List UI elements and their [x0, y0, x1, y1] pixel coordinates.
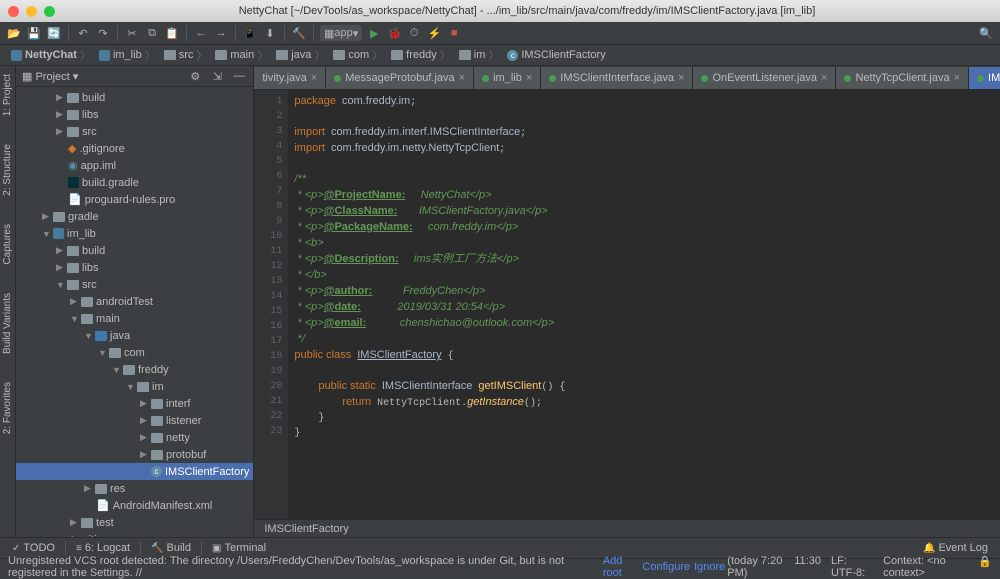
forward-icon[interactable]: → [213, 25, 229, 41]
status-bar: Unregistered VCS root detected: The dire… [0, 558, 1000, 575]
editor-tab[interactable]: OnEventListener.java× [693, 67, 836, 89]
editor-tab[interactable]: im_lib× [474, 67, 541, 89]
editor-tabs: tivity.java× MessageProtobuf.java× im_li… [254, 66, 1000, 90]
maximize-window-icon[interactable] [44, 6, 55, 17]
context[interactable]: Context: <no context> [883, 555, 968, 579]
hammer-icon[interactable]: 🔨 [291, 25, 307, 41]
breadcrumb-item[interactable]: NettyChat〉 [8, 47, 94, 63]
breadcrumb-item[interactable]: im〉 [456, 47, 503, 63]
editor-area: tivity.java× MessageProtobuf.java× im_li… [254, 66, 1000, 537]
breadcrumb-item[interactable]: main〉 [212, 47, 271, 63]
editor-tab[interactable]: NettyTcpClient.java× [836, 67, 969, 89]
attach-icon[interactable]: ⚡ [426, 25, 442, 41]
breadcrumb-item[interactable]: com〉 [330, 47, 386, 63]
status-configure-link[interactable]: Configure [642, 561, 690, 573]
window-title: NettyChat [~/DevTools/as_workspace/Netty… [62, 5, 992, 17]
status-add-root-link[interactable]: Add root [603, 555, 639, 579]
breadcrumb-item[interactable]: java〉 [273, 47, 328, 63]
breadcrumb-item[interactable]: cIMSClientFactory [504, 49, 608, 61]
project-panel: ▦ Project ▾ ⚙ ⇲ — ▶build ▶libs ▶src ◆.gi… [16, 66, 254, 537]
tree-selected-file: cIMSClientFactory [16, 463, 253, 480]
code-editor[interactable]: package com.freddy.im; import com.freddy… [288, 90, 1000, 519]
status-message: Unregistered VCS root detected: The dire… [8, 555, 601, 579]
editor-tab[interactable]: tivity.java× [254, 67, 326, 89]
sync-icon[interactable]: 🔄 [46, 25, 62, 41]
build-variants-tool-tab[interactable]: Build Variants [0, 289, 15, 358]
profile-icon[interactable]: ⏱ [406, 25, 422, 41]
left-tool-strip: 1: Project 2: Structure Captures Build V… [0, 66, 16, 537]
stop-icon[interactable]: ■ [446, 25, 462, 41]
breadcrumb-item[interactable]: im_lib〉 [96, 47, 159, 63]
editor-tab-active[interactable]: IMSClientFactory.java× [969, 67, 1000, 89]
status-time: (today 7:20 PM) [727, 555, 794, 579]
status-ignore-link[interactable]: Ignore [694, 561, 725, 573]
cut-icon[interactable]: ✂ [124, 25, 140, 41]
paste-icon[interactable]: 📋 [164, 25, 180, 41]
structure-tool-tab[interactable]: 2: Structure [0, 140, 15, 200]
hide-icon[interactable]: — [231, 68, 247, 84]
editor-tab[interactable]: MessageProtobuf.java× [326, 67, 474, 89]
debug-icon[interactable]: 🐞 [386, 25, 402, 41]
open-icon[interactable]: 📂 [6, 25, 22, 41]
editor-tab[interactable]: IMSClientInterface.java× [541, 67, 693, 89]
favorites-tool-tab[interactable]: 2: Favorites [0, 378, 15, 438]
minimize-window-icon[interactable] [26, 6, 37, 17]
mac-titlebar: NettyChat [~/DevTools/as_workspace/Netty… [0, 0, 1000, 22]
encoding[interactable]: LF: UTF-8: [831, 555, 873, 579]
avd-icon[interactable]: 📱 [242, 25, 258, 41]
main-toolbar: 📂 💾 🔄 ↶ ↷ ✂ ⧉ 📋 ← → 📱 ⬇ 🔨 ▦ app ▾ ▶ 🐞 ⏱ … [0, 22, 1000, 45]
breadcrumb-item[interactable]: freddy〉 [388, 47, 454, 63]
captures-tool-tab[interactable]: Captures [0, 220, 15, 269]
gradle-icon [68, 177, 79, 188]
back-icon[interactable]: ← [193, 25, 209, 41]
gear-icon[interactable]: ⚙ [187, 68, 203, 84]
sdk-icon[interactable]: ⬇ [262, 25, 278, 41]
run-config-dropdown[interactable]: ▦ app ▾ [320, 25, 362, 41]
project-tool-tab[interactable]: 1: Project [0, 70, 15, 120]
collapse-icon[interactable]: ⇲ [209, 68, 225, 84]
project-panel-header: ▦ Project ▾ ⚙ ⇲ — [16, 66, 253, 87]
project-tree[interactable]: ▶build ▶libs ▶src ◆.gitignore ◉app.iml b… [16, 87, 253, 537]
search-icon[interactable]: 🔍 [978, 25, 994, 41]
undo-icon[interactable]: ↶ [75, 25, 91, 41]
line-gutter[interactable]: 1234567891011121314151617181920212223 [254, 90, 288, 519]
cursor-position[interactable]: 11:30 [794, 555, 821, 579]
editor-breadcrumb[interactable]: IMSClientFactory [254, 519, 1000, 537]
lock-icon[interactable]: 🔒 [978, 555, 992, 579]
redo-icon[interactable]: ↷ [95, 25, 111, 41]
breadcrumb-bar: NettyChat〉 im_lib〉 src〉 main〉 java〉 com〉… [0, 45, 1000, 66]
copy-icon[interactable]: ⧉ [144, 25, 160, 41]
run-icon[interactable]: ▶ [366, 25, 382, 41]
project-view-dropdown[interactable]: ▦ Project ▾ [22, 70, 78, 83]
breadcrumb-item[interactable]: src〉 [161, 47, 211, 63]
save-icon[interactable]: 💾 [26, 25, 42, 41]
close-window-icon[interactable] [8, 6, 19, 17]
